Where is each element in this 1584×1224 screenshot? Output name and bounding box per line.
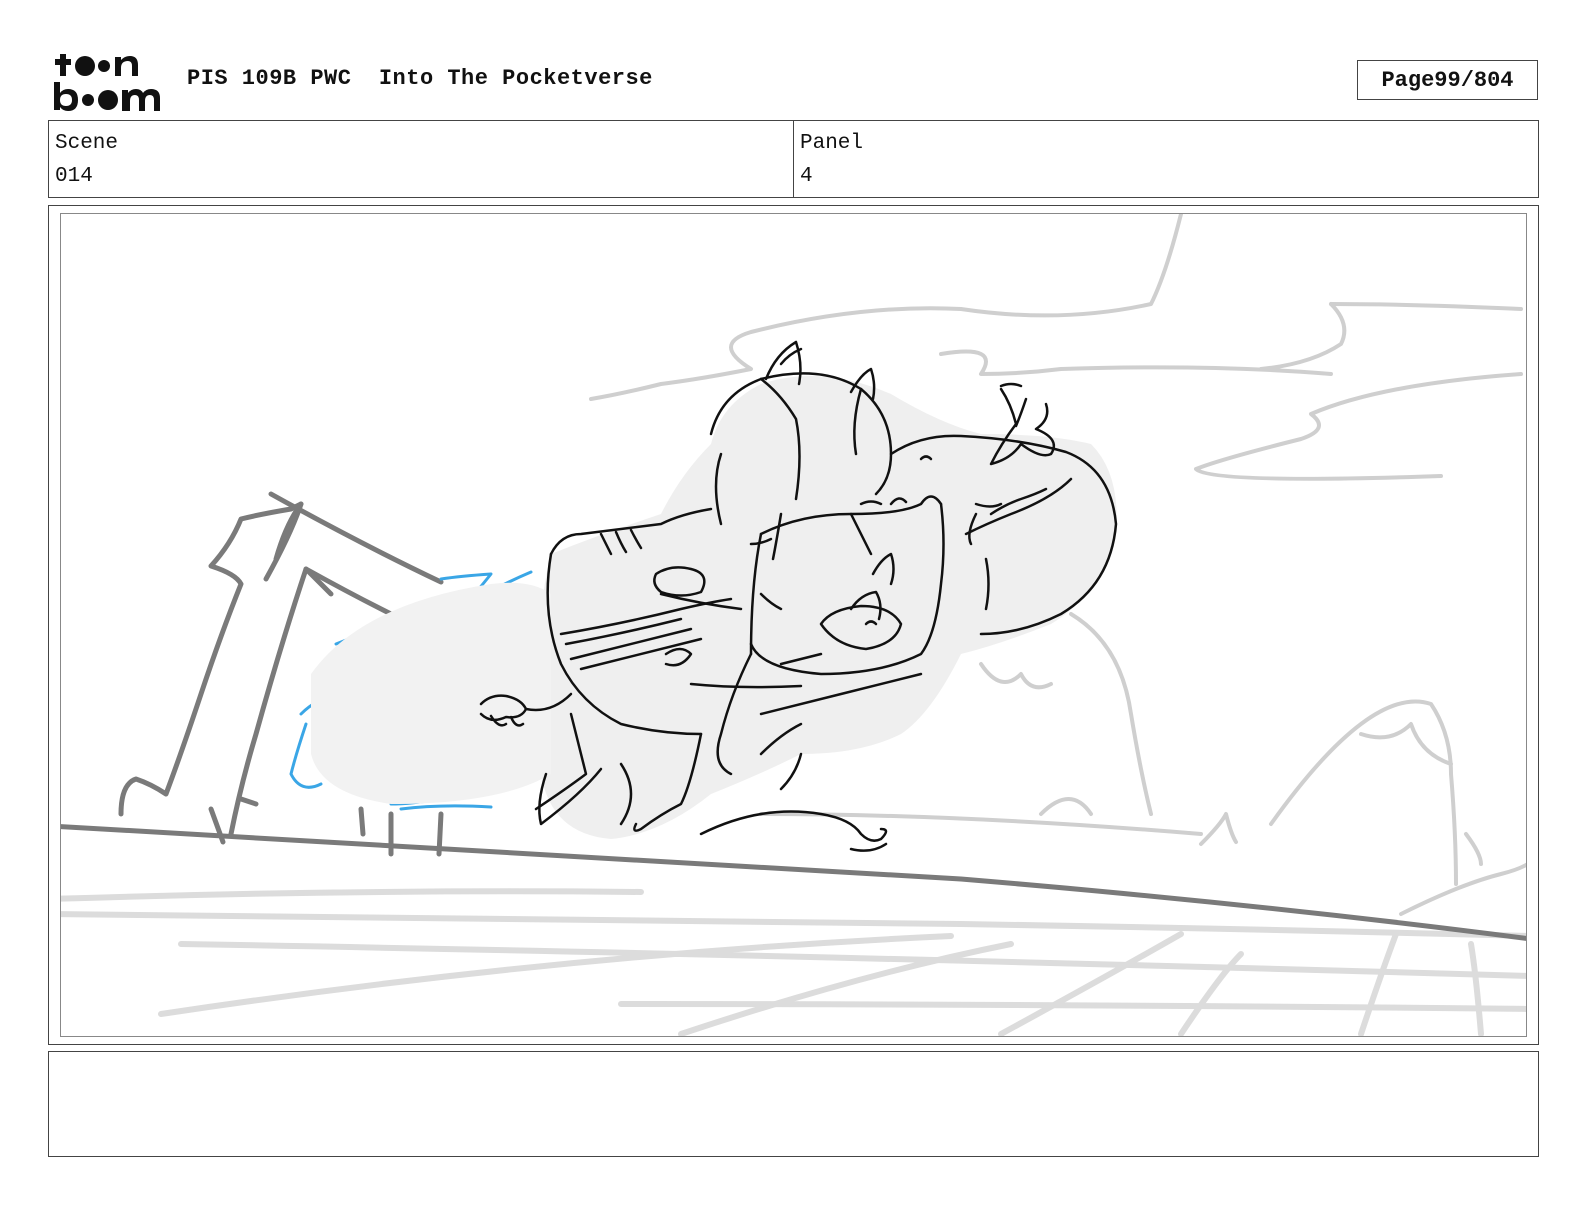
project-title: PIS 109B PWC Into The Pocketverse [187,66,653,91]
panel-cell: Panel 4 [793,121,1538,197]
scene-label: Scene [55,132,119,155]
panel-notes-box [48,1051,1539,1157]
scene-value: 014 [55,165,93,188]
page-number: 99/804 [1434,67,1514,93]
storyboard-drawing [60,213,1527,1037]
panel-value: 4 [800,165,813,188]
page-label: Page [1381,67,1435,93]
panel-label: Panel [800,132,864,155]
storyboard-panel-frame [48,205,1539,1045]
project-code: PIS 109B PWC [187,66,352,91]
sketch-illustration [61,214,1526,1036]
toon-boom-logo [52,50,164,112]
scene-cell: Scene 014 [49,121,793,197]
speed-fill [311,582,551,804]
page-indicator: Page 99/804 [1357,60,1538,100]
episode-title: Into The Pocketverse [378,66,653,91]
scene-panel-info: Scene 014 Panel 4 [48,120,1539,198]
